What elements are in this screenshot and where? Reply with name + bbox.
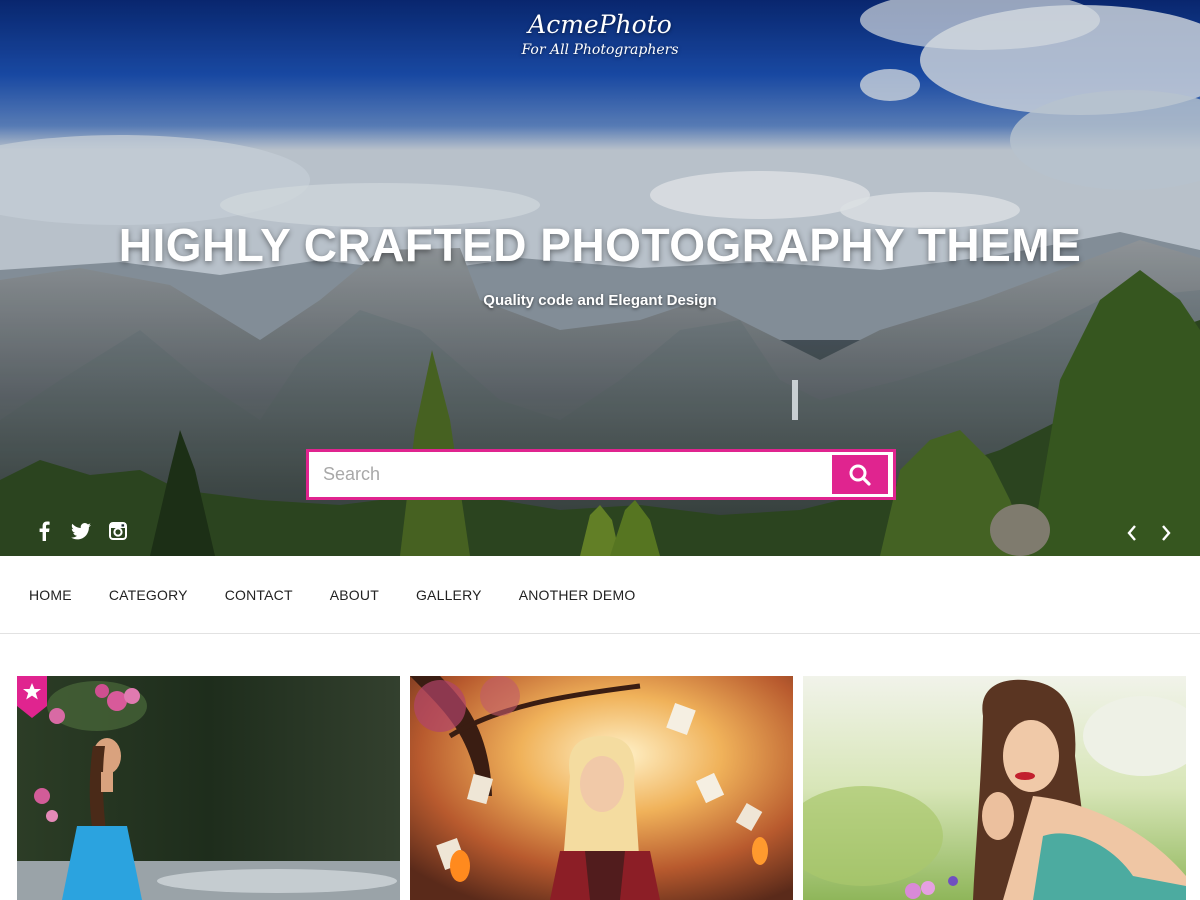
hero-heading: HIGHLY CRAFTED PHOTOGRAPHY THEME — [118, 219, 1082, 271]
gallery-photo-autumn-woman — [410, 676, 793, 900]
featured-badge — [17, 676, 47, 718]
gallery-card[interactable] — [803, 676, 1186, 900]
chevron-right-icon[interactable] — [1158, 522, 1174, 544]
nav-item-home[interactable]: HOME — [29, 587, 72, 603]
search-input[interactable] — [309, 452, 832, 497]
facebook-icon[interactable] — [33, 520, 54, 542]
site-title[interactable]: AcmePhoto — [0, 10, 1200, 40]
nav-item-about[interactable]: ABOUT — [330, 587, 379, 603]
main-navigation: HOME CATEGORY CONTACT ABOUT GALLERY ANOT… — [0, 556, 1200, 634]
nav-item-contact[interactable]: CONTACT — [225, 587, 293, 603]
slider-controls — [1124, 522, 1174, 544]
photo-gallery — [17, 676, 1186, 900]
nav-item-another-demo[interactable]: ANOTHER DEMO — [519, 587, 636, 603]
instagram-icon[interactable] — [107, 520, 128, 542]
gallery-photo-river-woman — [17, 676, 400, 900]
nav-item-category[interactable]: CATEGORY — [109, 587, 188, 603]
hero-subheading: Quality code and Elegant Design — [483, 292, 717, 309]
search-form — [306, 449, 896, 500]
search-button[interactable] — [832, 455, 888, 494]
hero-banner: AcmePhoto For All Photographers HIGHLY C… — [0, 0, 1200, 556]
social-links — [33, 520, 128, 542]
gallery-card[interactable] — [17, 676, 400, 900]
site-branding: AcmePhoto For All Photographers — [0, 10, 1200, 58]
site-tagline: For All Photographers — [521, 42, 679, 58]
twitter-icon[interactable] — [70, 520, 91, 542]
gallery-card[interactable] — [410, 676, 793, 900]
search-icon — [849, 464, 871, 486]
nav-item-gallery[interactable]: GALLERY — [416, 587, 482, 603]
chevron-left-icon[interactable] — [1124, 522, 1140, 544]
gallery-photo-meadow-woman — [803, 676, 1186, 900]
